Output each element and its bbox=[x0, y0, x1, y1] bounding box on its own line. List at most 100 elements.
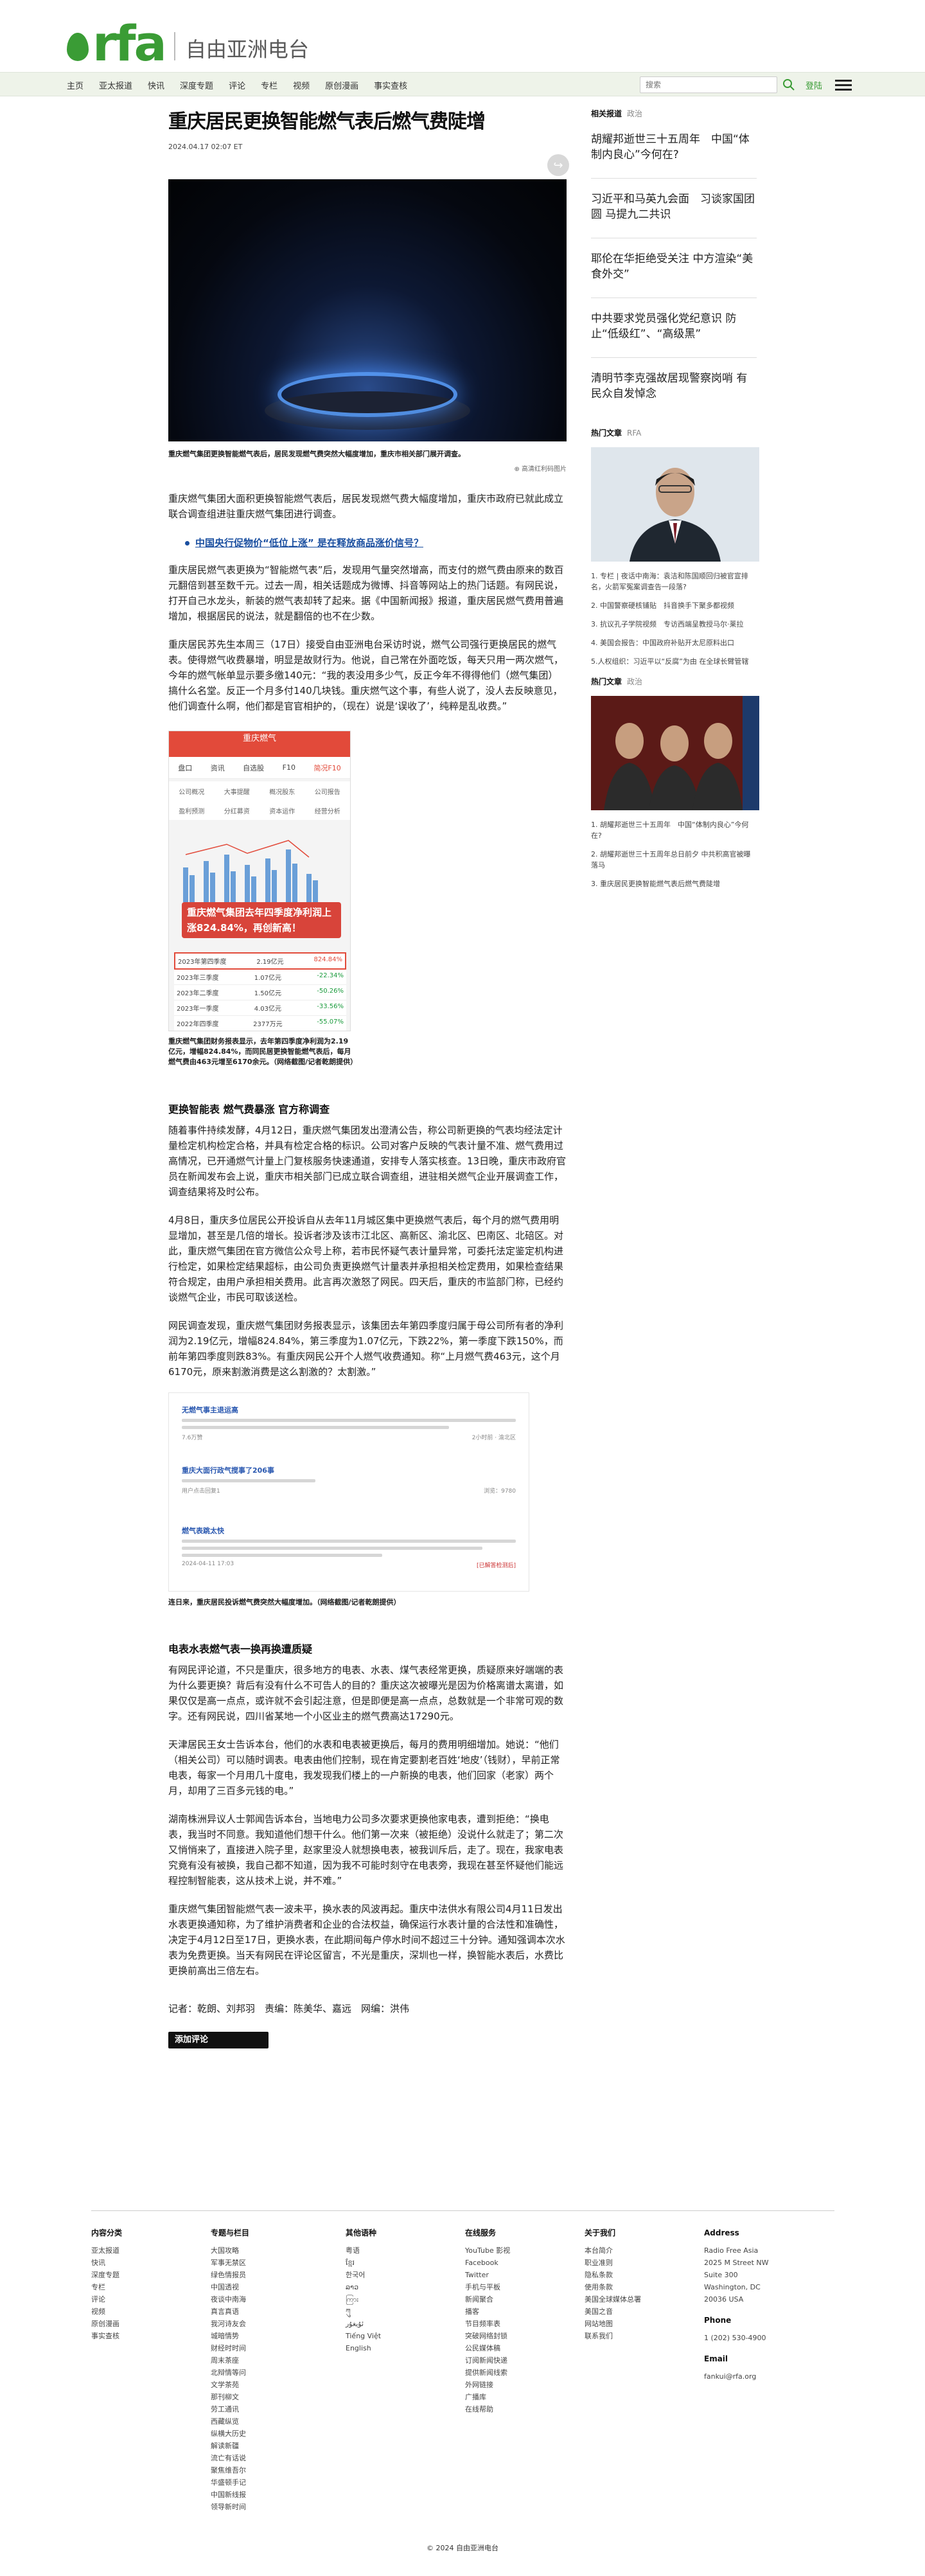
footer-link[interactable]: 中国新线报 bbox=[211, 2489, 346, 2501]
footer-link[interactable]: English bbox=[346, 2342, 465, 2354]
footer-link[interactable]: 突破网络封锁 bbox=[465, 2330, 585, 2342]
footer-link[interactable]: 本台简介 bbox=[585, 2244, 704, 2257]
footer-link[interactable]: 网站地图 bbox=[585, 2318, 704, 2330]
footer-link[interactable]: 聚焦维吾尔 bbox=[211, 2464, 346, 2476]
footer-link[interactable]: 联系我们 bbox=[585, 2330, 704, 2342]
footer-link[interactable]: YouTube 影视 bbox=[465, 2244, 585, 2257]
footer-link[interactable]: 使用条款 bbox=[585, 2281, 704, 2293]
popular-item[interactable]: 2. 中国警察硬核铺贴 抖音换手下聚多都视频 bbox=[591, 600, 757, 611]
sidebar-related-item[interactable]: 习近平和马英九会面 习谈家国团圆 马提九二共识 bbox=[591, 179, 757, 238]
footer-link[interactable]: 财经时时间 bbox=[211, 2342, 346, 2354]
nav-in-depth[interactable]: 深度专题 bbox=[180, 79, 213, 91]
footer-link[interactable]: 中国透视 bbox=[211, 2281, 346, 2293]
popular-item[interactable]: 4. 美国会报告：中国政府补贴开太尼原料出口 bbox=[591, 637, 757, 648]
footer-link[interactable]: 流亡有话说 bbox=[211, 2452, 346, 2464]
footer-link[interactable]: 绿色情报员 bbox=[211, 2269, 346, 2281]
footer-link[interactable]: 深度专题 bbox=[91, 2269, 211, 2281]
nav-video[interactable]: 视频 bbox=[293, 79, 310, 91]
footer-link[interactable]: Facebook bbox=[465, 2257, 585, 2269]
footer-link[interactable]: 手机与平板 bbox=[465, 2281, 585, 2293]
add-comment-button[interactable]: 添加评论 bbox=[168, 2032, 269, 2048]
nav-cartoons[interactable]: 原创漫画 bbox=[325, 79, 358, 91]
footer-link[interactable]: 华盛顿手记 bbox=[211, 2476, 346, 2489]
site-logo[interactable]: rfa 自由亚洲电台 bbox=[67, 19, 309, 68]
footer-link[interactable]: 城暗情势 bbox=[211, 2330, 346, 2342]
nav-asia-pacific[interactable]: 亚太报道 bbox=[99, 79, 132, 91]
footer-link[interactable]: 专栏 bbox=[91, 2281, 211, 2293]
footer-link[interactable]: 评论 bbox=[91, 2293, 211, 2305]
popular-item[interactable]: 5.人权组织：习近平以“反腐”为由 在全球长臂管辖 bbox=[591, 656, 757, 667]
phone-number[interactable]: 1 (202) 530-4900 bbox=[704, 2332, 769, 2344]
footer-link[interactable]: 한국어 bbox=[346, 2269, 465, 2281]
footer-link[interactable]: 夜谈中南海 bbox=[211, 2293, 346, 2305]
nav-columns[interactable]: 专栏 bbox=[261, 79, 278, 91]
sidebar-related-item[interactable]: 耶伦在华拒绝受关注 中方渲染“美食外交” bbox=[591, 238, 757, 298]
popular-item[interactable]: 2. 胡耀邦逝世三十五周年总日前夕 中共积高官被曝落马 bbox=[591, 849, 757, 871]
footer-link[interactable]: 文学茶苑 bbox=[211, 2379, 346, 2391]
popular-item[interactable]: 1. 胡耀邦逝世三十五周年 中国“体制内良心”今何在? bbox=[591, 819, 757, 841]
footer-link[interactable]: 公民媒体稿 bbox=[465, 2342, 585, 2354]
footer-link[interactable]: 北辩情等问 bbox=[211, 2367, 346, 2379]
login-link[interactable]: 登陆 bbox=[806, 79, 822, 91]
footer-link[interactable]: 新闻聚合 bbox=[465, 2293, 585, 2305]
paragraph: 湖南株洲异议人士郭闻告诉本台，当地电力公司多次要求更换他家电表，遭到拒绝：“换电… bbox=[168, 1813, 564, 1887]
footer-link[interactable]: 外网链接 bbox=[465, 2379, 585, 2391]
footer-link[interactable]: 周末茶座 bbox=[211, 2354, 346, 2367]
email-link[interactable]: fankui@rfa.org bbox=[704, 2370, 769, 2383]
footer-link[interactable]: 真言真语 bbox=[211, 2305, 346, 2318]
enlarge-image-link[interactable]: ⊕ 高清红利码图片 bbox=[168, 463, 567, 473]
footer-link[interactable]: ကြား bbox=[346, 2293, 465, 2305]
popular-item[interactable]: 3. 重庆居民更换智能燃气表后燃气费陡增 bbox=[591, 878, 757, 889]
hamburger-menu-icon[interactable] bbox=[835, 80, 852, 91]
footer-link[interactable]: 纵横大历史 bbox=[211, 2428, 346, 2440]
footer-link[interactable]: Tiếng Việt bbox=[346, 2330, 465, 2342]
footer-link[interactable]: ລາວ bbox=[346, 2281, 465, 2293]
footer-link[interactable]: 原创漫画 bbox=[91, 2318, 211, 2330]
footer-link[interactable]: 视频 bbox=[91, 2305, 211, 2318]
sidebar-related-item[interactable]: 中共要求党员强化党纪意识 防止“低级红”、“高级黑” bbox=[591, 298, 757, 358]
search-input[interactable] bbox=[640, 76, 777, 93]
footer-link[interactable]: 我河诗友会 bbox=[211, 2318, 346, 2330]
footer-link[interactable]: 解读新疆 bbox=[211, 2440, 346, 2452]
share-icon[interactable]: ↪ bbox=[547, 154, 569, 176]
footer-col-services: 在线服务 YouTube 影视 Facebook Twitter 手机与平板 新… bbox=[465, 2227, 585, 2513]
footer-link[interactable]: 亚太报道 bbox=[91, 2244, 211, 2257]
footer-link[interactable]: 职业准则 bbox=[585, 2257, 704, 2269]
app-header: 重庆燃气 bbox=[169, 731, 350, 757]
footer-link[interactable]: 快讯 bbox=[91, 2257, 211, 2269]
footer-link[interactable]: 那刊柳文 bbox=[211, 2391, 346, 2403]
nav-fact-check[interactable]: 事实查核 bbox=[374, 79, 407, 91]
related-link[interactable]: 中国央行促物价“低位上涨” 是在释放商品涨价信号？ bbox=[168, 536, 567, 549]
footer-link[interactable]: 节目频率表 bbox=[465, 2318, 585, 2330]
footer-link[interactable]: 粤语 bbox=[346, 2244, 465, 2257]
footer-link[interactable]: 事实查核 bbox=[91, 2330, 211, 2342]
footer-link[interactable]: 军事无禁区 bbox=[211, 2257, 346, 2269]
popular-item[interactable]: 3. 抗议孔子学院视频 专访西端呈教授马尔·莱拉 bbox=[591, 619, 757, 630]
logo-divider bbox=[173, 32, 175, 60]
footer-link[interactable]: 播客 bbox=[465, 2305, 585, 2318]
footer-link[interactable]: Twitter bbox=[465, 2269, 585, 2281]
sidebar-related-item[interactable]: 胡耀邦逝世三十五周年 中国“体制内良心”今何在? bbox=[591, 119, 757, 179]
footer-link[interactable]: 订阅新闻快递 bbox=[465, 2354, 585, 2367]
nav-home[interactable]: 主页 bbox=[67, 79, 84, 91]
footer-link[interactable]: 隐私条款 bbox=[585, 2269, 704, 2281]
footer-link[interactable]: 美国之音 bbox=[585, 2305, 704, 2318]
footer-link[interactable]: 在线帮助 bbox=[465, 2403, 585, 2415]
footer-link[interactable]: ཀུ bbox=[346, 2305, 465, 2318]
footer-link[interactable]: 西藏纵览 bbox=[211, 2415, 346, 2428]
popular-article-image[interactable] bbox=[591, 447, 759, 562]
sidebar-related-item[interactable]: 清明节李克强故居现警察岗哨 有民众自发悼念 bbox=[591, 358, 757, 417]
footer-link[interactable]: ئۇيغۇر bbox=[346, 2318, 465, 2330]
nav-breaking[interactable]: 快讯 bbox=[148, 79, 164, 91]
footer-link[interactable]: 广播库 bbox=[465, 2391, 585, 2403]
footer-link[interactable]: ខ្មែរ bbox=[346, 2257, 465, 2269]
footer-link[interactable]: 大国攻略 bbox=[211, 2244, 346, 2257]
nav-commentary[interactable]: 评论 bbox=[229, 79, 245, 91]
footer-link[interactable]: 美国全球媒体总署 bbox=[585, 2293, 704, 2305]
popular-politics-image[interactable] bbox=[591, 696, 759, 810]
footer-link[interactable]: 劳工通讯 bbox=[211, 2403, 346, 2415]
footer-link[interactable]: 领导新时间 bbox=[211, 2501, 346, 2513]
footer-link[interactable]: 提供新闻线索 bbox=[465, 2367, 585, 2379]
search-icon[interactable] bbox=[782, 78, 795, 91]
popular-item[interactable]: 1. 专栏 | 夜话中南海：袁洁和陈国顺回归被官宣排名，火箭军冤案调查告一段落? bbox=[591, 571, 757, 592]
